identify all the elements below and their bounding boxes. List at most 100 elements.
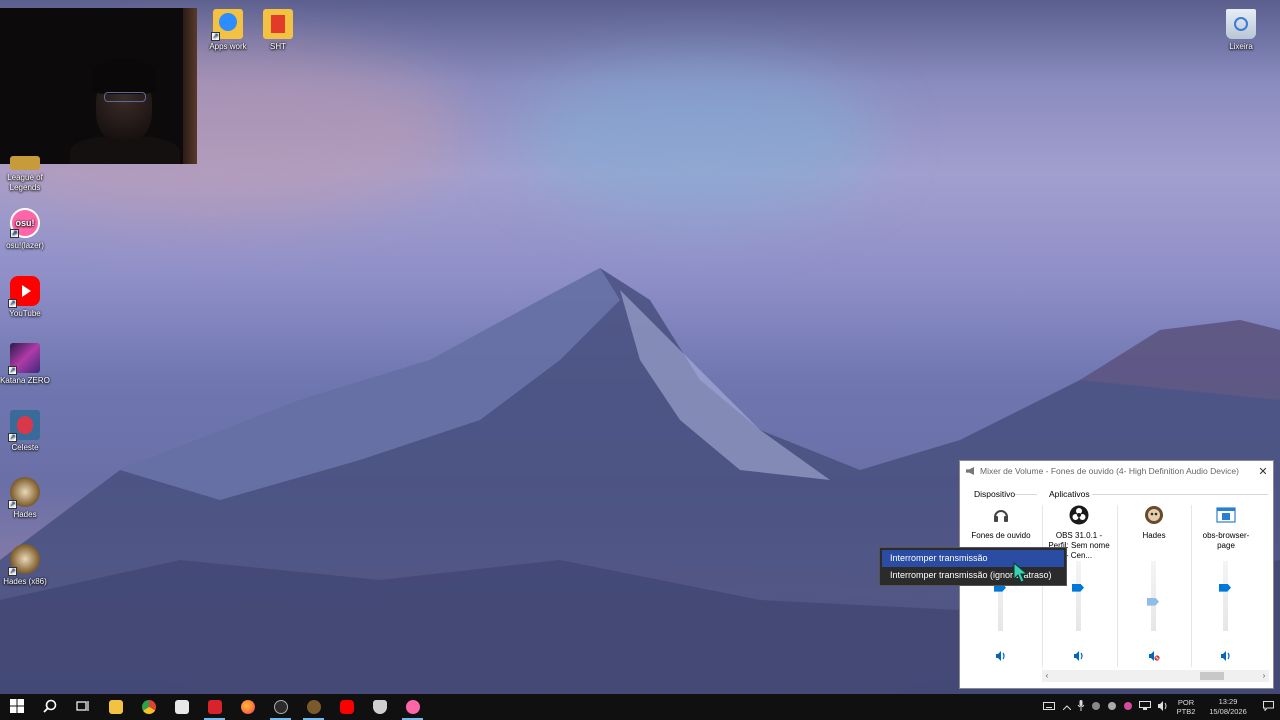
tray-overflow-button[interactable]	[1060, 694, 1074, 720]
celeste-icon: ↗	[8, 410, 40, 442]
background-curtain	[183, 8, 197, 164]
hades-taskbar-icon	[306, 700, 321, 714]
speaker-icon	[1073, 651, 1085, 664]
search-icon	[42, 699, 57, 716]
store-icon	[174, 700, 189, 714]
taskbar-hades[interactable]	[297, 694, 330, 720]
menu-item-stop-stream-ignore-delay[interactable]: Interromper transmissão (ignorar atraso)	[882, 567, 1064, 584]
taskbar-chrome[interactable]	[132, 694, 165, 720]
scroll-right-icon[interactable]: ›	[1259, 670, 1269, 682]
desktop-icon-label: League of Legends	[7, 173, 43, 192]
apps-group-label: Aplicativos	[1049, 489, 1090, 499]
firefox-icon	[240, 700, 255, 714]
mute-toggle[interactable]	[995, 651, 1007, 661]
taskbar-shield-app[interactable]	[363, 694, 396, 720]
clock-time: 13:29	[1218, 697, 1238, 706]
channel-name: Hades	[1142, 531, 1166, 540]
channel-divider	[1042, 505, 1043, 667]
file-explorer-icon	[108, 700, 123, 714]
device-group-label: Dispositivo	[974, 489, 1016, 499]
desktop-icon-katana-zero[interactable]: ↗ Katana ZERO	[0, 343, 52, 386]
volume-slider[interactable]	[1072, 583, 1084, 592]
tray-app-icon	[1091, 701, 1101, 714]
tray-network-button[interactable]	[1136, 694, 1154, 720]
mute-toggle[interactable]	[1220, 651, 1232, 661]
mixer-channel-hades: Hades	[1122, 505, 1186, 661]
red-app-icon	[207, 700, 222, 714]
speaker-icon	[966, 467, 974, 475]
search-button[interactable]	[33, 694, 66, 720]
speaker-muted-icon	[1148, 651, 1160, 664]
osu-icon: osu! ↗	[10, 208, 40, 238]
desktop-icon-hades[interactable]: ↗ Hades	[0, 477, 52, 520]
close-icon[interactable]: ✕	[1253, 465, 1273, 478]
taskbar-firefox[interactable]	[231, 694, 264, 720]
desktop-icon-label: YouTube	[9, 309, 41, 318]
apps-group-line	[1092, 494, 1268, 495]
task-view-button[interactable]	[66, 694, 99, 720]
chrome-icon	[141, 700, 156, 714]
tray-keyboard-button[interactable]	[1038, 694, 1060, 720]
scroll-left-icon[interactable]: ‹	[1042, 670, 1052, 682]
hades-icon: ↗	[8, 477, 40, 509]
network-icon	[1139, 701, 1151, 713]
person-hair	[92, 58, 156, 94]
desktop-icon-youtube[interactable]: ↗ YouTube	[0, 276, 52, 319]
desktop-icon-lixeira[interactable]: Lixeira	[1214, 9, 1268, 52]
channel-divider	[1117, 505, 1118, 667]
shield-app-icon	[372, 700, 387, 714]
desktop-icon-sht[interactable]: SHT	[251, 9, 305, 52]
taskbar-store[interactable]	[165, 694, 198, 720]
channel-divider	[1191, 505, 1192, 667]
mixer-title: Mixer de Volume - Fones de ouvido (4- Hi…	[980, 466, 1239, 476]
youtube-icon: ↗	[8, 276, 40, 308]
tray-mic-button[interactable]	[1074, 694, 1088, 720]
recycle-bin-icon	[1226, 9, 1256, 39]
katana-zero-icon: ↗	[8, 343, 40, 375]
osu-taskbar-icon	[405, 700, 420, 714]
taskbar-red-app[interactable]	[198, 694, 231, 720]
tray-app-button[interactable]	[1120, 694, 1136, 720]
keyboard-icon	[1043, 701, 1055, 713]
taskbar-osu[interactable]	[396, 694, 429, 720]
desktop-icon-celeste[interactable]: ↗ Celeste	[0, 410, 52, 453]
notification-icon	[1262, 700, 1274, 714]
tray-app-button[interactable]	[1104, 694, 1120, 720]
taskbar-obs[interactable]	[264, 694, 297, 720]
taskbar-file-explorer[interactable]	[99, 694, 132, 720]
tray-clock[interactable]: 13:29 15/08/2026	[1200, 697, 1256, 717]
volume-track	[1151, 561, 1156, 631]
desktop-icon-hades-x86[interactable]: ↗ Hades (x86)	[0, 544, 52, 587]
horizontal-scrollbar[interactable]: ‹ ›	[1042, 670, 1269, 682]
desktop-icon-osu[interactable]: osu! ↗ osu!(lazer)	[0, 208, 52, 251]
desktop-icon-label: SHT	[270, 42, 286, 51]
desktop-icon-label: Celeste	[11, 443, 39, 452]
channel-name: obs-browser-page	[1202, 531, 1250, 550]
context-menu: Interromper transmissão Interromper tran…	[879, 547, 1067, 586]
tray-shield-icon	[1107, 701, 1117, 714]
desktop-icon-label: Katana ZERO	[0, 376, 50, 385]
document-folder-icon	[263, 9, 293, 39]
desktop-icon-label: Hades	[13, 510, 37, 519]
volume-slider[interactable]	[1219, 583, 1231, 592]
menu-item-stop-stream[interactable]: Interromper transmissão	[882, 550, 1064, 567]
youtube-taskbar-icon	[339, 700, 354, 714]
tray-volume-button[interactable]	[1154, 694, 1172, 720]
volume-slider[interactable]	[1147, 597, 1159, 606]
desktop-icon-league-of-legends[interactable]: League of Legends	[0, 156, 52, 193]
tray-language-button[interactable]: POR PTB2	[1172, 698, 1200, 716]
tray-app-button[interactable]	[1088, 694, 1104, 720]
mute-toggle[interactable]	[1148, 651, 1160, 661]
start-icon	[9, 698, 24, 716]
start-button[interactable]	[0, 694, 33, 720]
desktop-icon-apps-work[interactable]: ↗ Apps work	[201, 9, 255, 52]
volume-icon	[1157, 700, 1169, 714]
mute-toggle[interactable]	[1073, 651, 1085, 661]
scrollbar-thumb[interactable]	[1200, 672, 1224, 680]
mixer-channel-obs-browser-page: obs-browser-page	[1194, 505, 1258, 661]
mixer-titlebar[interactable]: Mixer de Volume - Fones de ouvido (4- Hi…	[960, 461, 1273, 481]
system-tray: POR PTB2 13:29 15/08/2026	[1038, 694, 1280, 720]
notification-center-button[interactable]	[1256, 694, 1280, 720]
taskbar-youtube[interactable]	[330, 694, 363, 720]
clock-date: 15/08/2026	[1209, 707, 1247, 716]
